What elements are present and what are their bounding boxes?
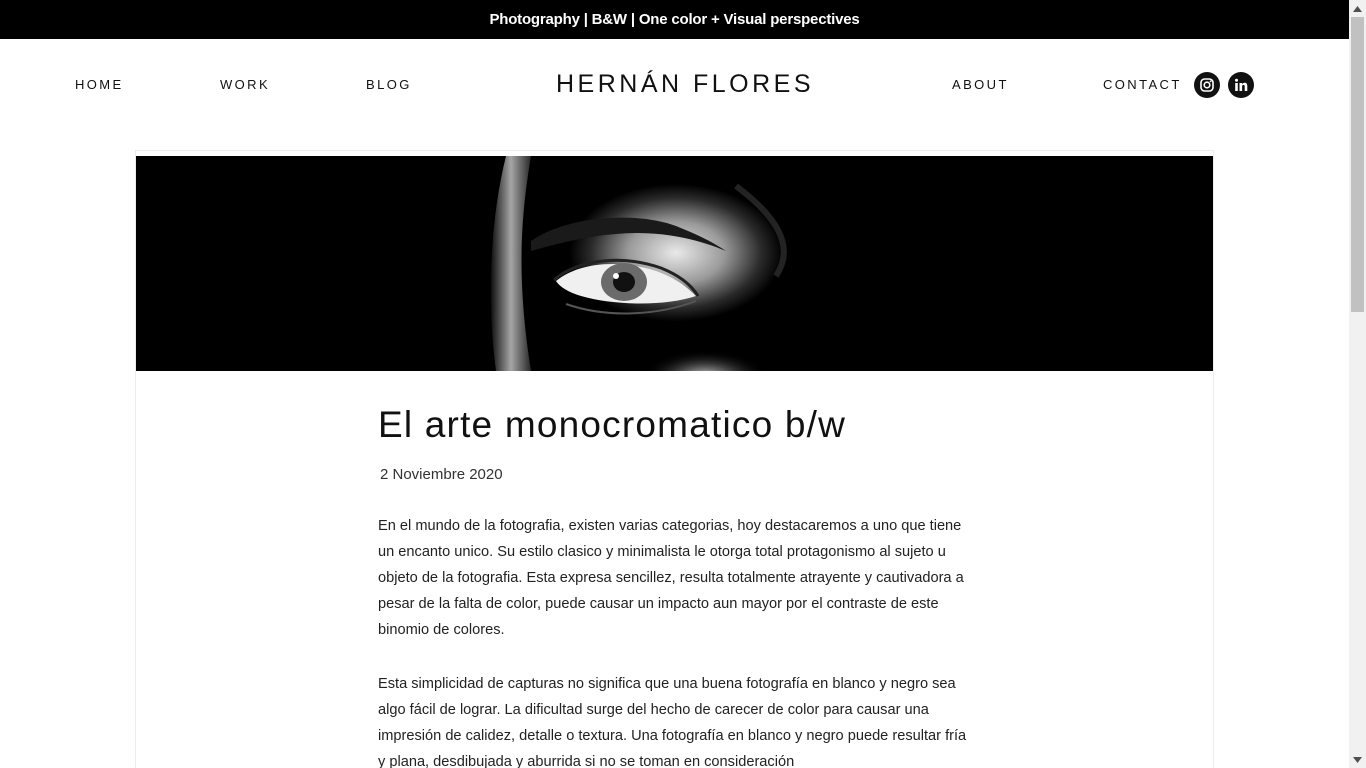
nav-home[interactable]: HOME bbox=[75, 77, 124, 92]
banner-text: Photography | B&W | One color + Visual p… bbox=[489, 11, 860, 28]
site-brand[interactable]: HERNÁN FLORES bbox=[556, 70, 814, 99]
nav-about[interactable]: ABOUT bbox=[952, 77, 1009, 92]
scroll-down-icon[interactable] bbox=[1349, 751, 1366, 768]
hero-image bbox=[136, 156, 1213, 371]
scroll-up-icon[interactable] bbox=[1349, 0, 1366, 17]
post-date: 2 Noviembre 2020 bbox=[380, 466, 503, 483]
nav-work[interactable]: WORK bbox=[220, 77, 270, 92]
nav-blog[interactable]: BLOG bbox=[366, 77, 412, 92]
instagram-icon[interactable] bbox=[1194, 72, 1220, 98]
linkedin-icon[interactable] bbox=[1228, 72, 1254, 98]
post-paragraph: Esta simplicidad de capturas no signific… bbox=[378, 676, 967, 768]
page: Photography | B&W | One color + Visual p… bbox=[0, 0, 1349, 768]
scrollbar-thumb[interactable] bbox=[1351, 17, 1364, 312]
nav-contact[interactable]: CONTACT bbox=[1103, 77, 1182, 92]
main-navigation: HOME WORK BLOG HERNÁN FLORES ABOUT CONTA… bbox=[0, 39, 1349, 129]
post-paragraph: En el mundo de la fotografia, existen va… bbox=[378, 518, 964, 638]
post-title: El arte monocromatico b/w bbox=[378, 404, 847, 445]
announcement-banner: Photography | B&W | One color + Visual p… bbox=[0, 0, 1349, 39]
